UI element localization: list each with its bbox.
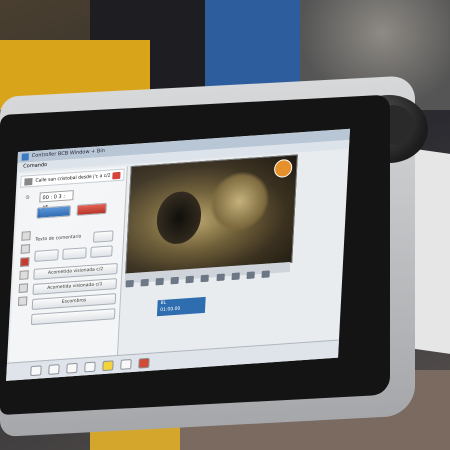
print-icon[interactable] (18, 283, 29, 293)
video-icon[interactable] (84, 361, 96, 373)
bug-icon[interactable] (138, 357, 150, 369)
delete-icon[interactable] (17, 296, 28, 307)
status-display: BL 01:00.00 (156, 296, 206, 317)
pipe-opening (155, 190, 203, 246)
capture-button[interactable] (36, 205, 72, 219)
observation-button-2[interactable]: Acometida visionada c/1 (32, 278, 118, 295)
zoom-icon[interactable] (125, 279, 134, 288)
camera-feed (125, 154, 298, 275)
observation-button-1[interactable]: Acometida visionada c/2 (33, 263, 118, 280)
photo-scene: Controller BCB Window + Bin Comando Call… (0, 0, 450, 450)
close-button[interactable] (112, 171, 121, 180)
app-icon (21, 153, 29, 161)
comment-label: Texto de comentario (35, 234, 82, 243)
observation-button-3[interactable]: Escombros (31, 293, 117, 311)
edit-icon[interactable] (19, 270, 29, 280)
observation-button-4[interactable] (30, 308, 116, 326)
image-icon[interactable] (66, 362, 78, 374)
grid-icon[interactable] (246, 271, 255, 280)
tool-button[interactable] (62, 247, 87, 260)
pan-icon[interactable] (200, 274, 210, 283)
record-button[interactable] (76, 202, 108, 216)
tool-button-2[interactable] (90, 245, 113, 258)
settings-icon[interactable] (30, 365, 42, 377)
clock-icon: ◷ (25, 195, 30, 201)
menu-item-comando[interactable]: Comando (23, 162, 47, 170)
rotate-icon[interactable] (170, 276, 180, 285)
home-icon[interactable] (261, 270, 270, 278)
pause-icon[interactable] (120, 359, 132, 370)
settings-icon[interactable] (231, 272, 240, 281)
job-title: Calle san cristobal desde j'c a c/2 (35, 173, 111, 184)
comment-folder-button[interactable] (92, 230, 114, 243)
focus-icon[interactable] (155, 277, 165, 286)
folder-icon (24, 177, 33, 186)
warning-icon[interactable] (102, 360, 114, 372)
left-panel: Calle san cristobal desde j'c a c/2 ◷ 00… (8, 166, 128, 371)
touch-screen: Controller BCB Window + Bin Comando Call… (6, 128, 351, 381)
camera-button[interactable] (34, 249, 59, 262)
tilt-icon[interactable] (185, 275, 195, 284)
network-icon[interactable] (48, 364, 60, 375)
light-icon[interactable] (140, 278, 149, 287)
snapshot-icon[interactable] (216, 273, 225, 282)
counter-display: 00 : 0 3 : 45 (39, 190, 74, 211)
job-header: Calle san cristobal desde j'c a c/2 (20, 168, 125, 188)
